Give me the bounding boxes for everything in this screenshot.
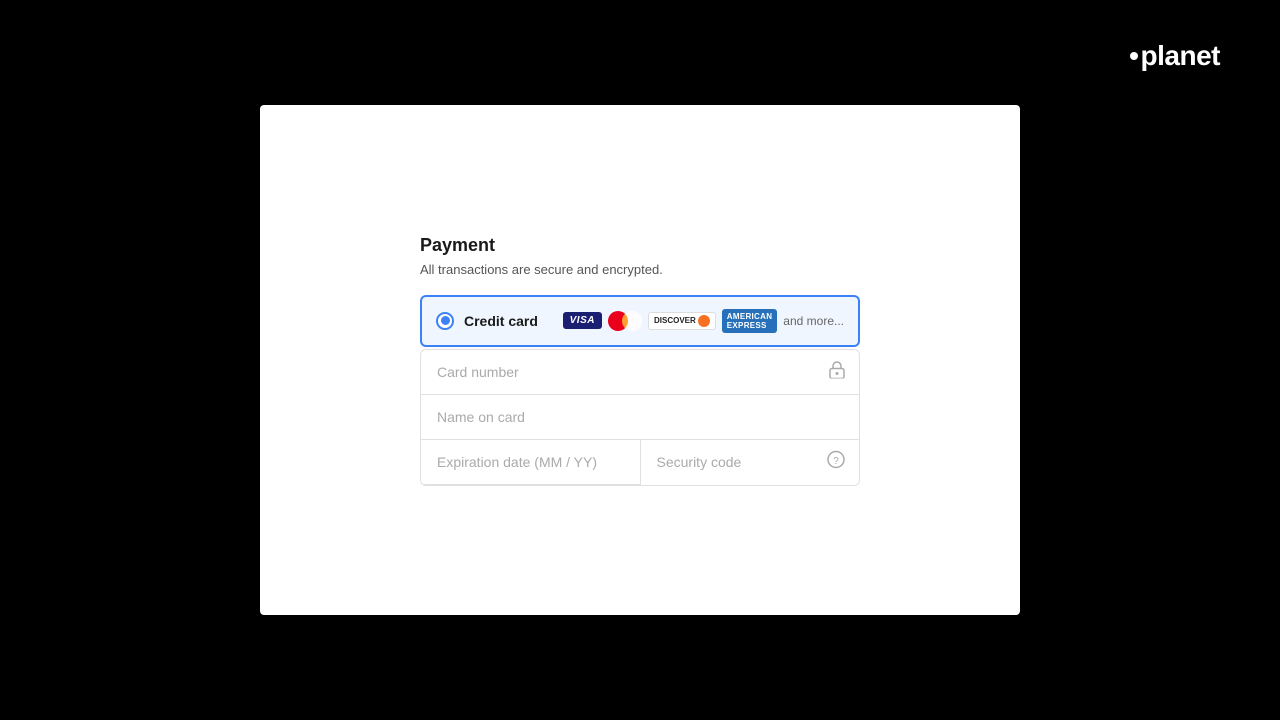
svg-text:?: ?	[833, 456, 839, 467]
planet-logo: planet	[1130, 40, 1220, 72]
help-icon[interactable]: ?	[827, 451, 845, 474]
amex-icon: AMERICANEXPRESS	[722, 309, 778, 333]
card-icons: VISA DISCOVER AMERICANEXPRESS and more..…	[563, 309, 844, 333]
credit-card-label: Credit card	[464, 313, 538, 329]
mastercard-icon	[608, 310, 642, 332]
logo-dot	[1130, 52, 1138, 60]
logo-text: planet	[1141, 40, 1220, 72]
discover-text: DISCOVER	[654, 316, 696, 325]
payment-form: ?	[420, 349, 860, 486]
lock-icon	[829, 360, 845, 383]
card-number-input[interactable]	[421, 350, 859, 394]
card-number-field[interactable]	[421, 350, 859, 395]
credit-card-left: Credit card	[436, 312, 538, 330]
payment-title: Payment	[420, 235, 860, 256]
payment-subtitle: All transactions are secure and encrypte…	[420, 262, 860, 277]
expiration-field[interactable]	[421, 440, 641, 485]
mc-circle-right	[622, 311, 642, 331]
payment-card: Payment All transactions are secure and …	[260, 105, 1020, 615]
discover-circle	[698, 315, 710, 327]
discover-icon: DISCOVER	[648, 312, 716, 330]
name-on-card-input[interactable]	[421, 395, 859, 439]
visa-icon: VISA	[563, 312, 602, 329]
radio-inner	[441, 316, 450, 325]
credit-card-option[interactable]: Credit card VISA DISCOVER AMERICANEXPRES…	[420, 295, 860, 347]
name-on-card-field[interactable]	[421, 395, 859, 440]
and-more-text: and more...	[783, 314, 844, 328]
security-code-field[interactable]: ?	[641, 440, 860, 485]
expiration-input[interactable]	[421, 440, 640, 484]
expiry-security-row: ?	[421, 440, 859, 485]
radio-button-selected[interactable]	[436, 312, 454, 330]
